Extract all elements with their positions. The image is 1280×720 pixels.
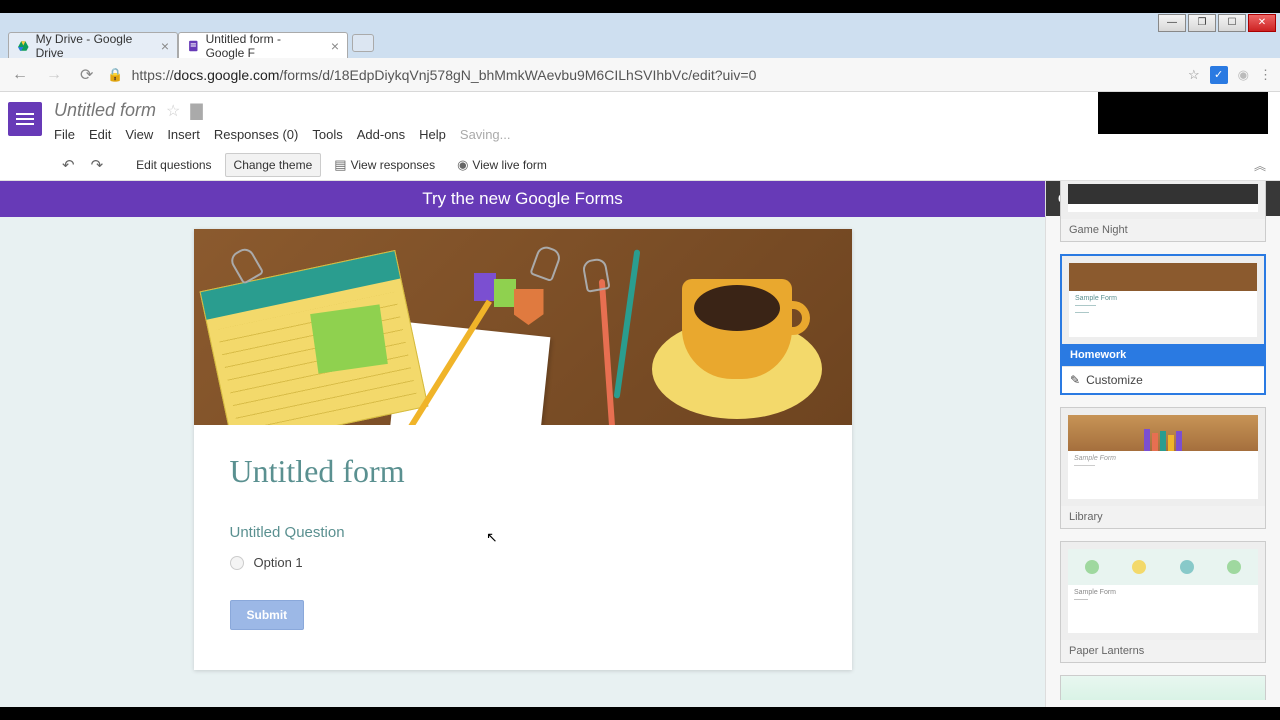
star-icon[interactable]: ☆ (166, 101, 180, 121)
document-title[interactable]: Untitled form (54, 100, 156, 121)
forms-toolbar: ↶ ↷ Edit questions Change theme ▤View re… (0, 150, 1280, 181)
browser-tab-drive[interactable]: My Drive - Google Drive × (8, 32, 178, 58)
docs-menu-button[interactable] (8, 102, 42, 136)
window-close-button[interactable]: ✕ (1248, 14, 1276, 32)
menu-responses[interactable]: Responses (0) (214, 127, 299, 142)
collapse-toolbar-icon[interactable]: ︽ (1254, 157, 1266, 174)
extension-icon[interactable]: ✓ (1210, 66, 1228, 84)
save-status: Saving... (460, 127, 511, 142)
browser-toolbar: ← → ⟳ 🔒 https://docs.google.com/forms/d/… (0, 58, 1280, 92)
tab-title: Untitled form - Google F (206, 32, 321, 60)
window-restore-button[interactable]: ❐ (1188, 14, 1216, 32)
tab-title: My Drive - Google Drive (36, 32, 151, 60)
account-area (1098, 92, 1268, 134)
form-workspace: Try the new Google Forms Untitled form U… (0, 181, 1045, 720)
theme-panel: Change theme Game Night Sample Form—————… (1045, 181, 1280, 720)
back-button[interactable]: ← (8, 66, 32, 84)
move-folder-icon[interactable]: ▇ (190, 101, 202, 121)
docs-header: Untitled form ☆ ▇ File Edit View Insert … (0, 92, 1280, 150)
edit-questions-button[interactable]: Edit questions (127, 153, 220, 177)
live-icon: ◉ (457, 157, 468, 173)
window-maximize-button[interactable]: ☐ (1218, 14, 1246, 32)
form-header-image (194, 229, 852, 425)
theme-card-paper-lanterns[interactable]: Sample Form—— Paper Lanterns (1060, 541, 1266, 663)
theme-card-game-night[interactable]: Game Night (1060, 181, 1266, 242)
lock-icon: 🔒 (107, 67, 123, 83)
option-row[interactable]: Option 1 (230, 555, 816, 570)
drive-icon (17, 39, 30, 53)
reload-button[interactable]: ⟳ (76, 65, 97, 85)
theme-card-homework[interactable]: Sample Form————— Homework ✎ Customize (1060, 254, 1266, 395)
window-minimize-button[interactable]: — (1158, 14, 1186, 32)
responses-icon: ▤ (334, 157, 346, 173)
theme-card-next[interactable] (1060, 675, 1266, 700)
star-bookmark-icon[interactable]: ☆ (1188, 67, 1200, 83)
menu-addons[interactable]: Add-ons (357, 127, 405, 142)
forward-button[interactable]: → (42, 66, 66, 84)
close-tab-icon[interactable]: × (331, 38, 339, 54)
question-title[interactable]: Untitled Question (230, 524, 816, 541)
form-canvas: Untitled form Untitled Question Option 1… (194, 229, 852, 670)
menu-edit[interactable]: Edit (89, 127, 111, 142)
customize-theme-button[interactable]: ✎ Customize (1062, 366, 1264, 393)
browser-tab-strip: My Drive - Google Drive × Untitled form … (0, 28, 1280, 58)
menu-file[interactable]: File (54, 127, 75, 142)
menu-bar: File Edit View Insert Responses (0) Tool… (54, 127, 1268, 142)
forms-icon (187, 39, 200, 53)
form-title[interactable]: Untitled form (230, 453, 816, 490)
theme-label: Homework (1062, 344, 1264, 366)
menu-tools[interactable]: Tools (312, 127, 342, 142)
view-live-form-button[interactable]: ◉View live form (448, 152, 556, 178)
view-responses-button[interactable]: ▤View responses (325, 152, 444, 178)
new-forms-banner[interactable]: Try the new Google Forms (0, 181, 1045, 217)
radio-icon[interactable] (230, 556, 244, 570)
redo-button[interactable]: ↷ (85, 156, 110, 174)
menu-help[interactable]: Help (419, 127, 446, 142)
new-tab-button[interactable] (352, 34, 374, 52)
browser-tab-forms[interactable]: Untitled form - Google F × (178, 32, 348, 58)
undo-button[interactable]: ↶ (56, 156, 81, 174)
theme-label: Paper Lanterns (1061, 640, 1265, 662)
url-text: https://docs.google.com/forms/d/18EdpDiy… (132, 67, 757, 83)
option-label: Option 1 (254, 555, 303, 570)
theme-card-library[interactable]: Sample Form——— Library (1060, 407, 1266, 529)
submit-button[interactable]: Submit (230, 600, 305, 630)
menu-insert[interactable]: Insert (167, 127, 200, 142)
change-theme-button[interactable]: Change theme (225, 153, 322, 177)
address-bar[interactable]: 🔒 https://docs.google.com/forms/d/18EdpD… (107, 67, 1178, 83)
extension-globe-icon[interactable]: ◉ (1238, 67, 1249, 83)
chrome-menu-icon[interactable]: ⋮ (1259, 67, 1272, 83)
theme-label: Game Night (1061, 219, 1265, 241)
pencil-icon: ✎ (1070, 373, 1080, 387)
theme-label: Library (1061, 506, 1265, 528)
menu-view[interactable]: View (125, 127, 153, 142)
close-tab-icon[interactable]: × (161, 38, 169, 54)
